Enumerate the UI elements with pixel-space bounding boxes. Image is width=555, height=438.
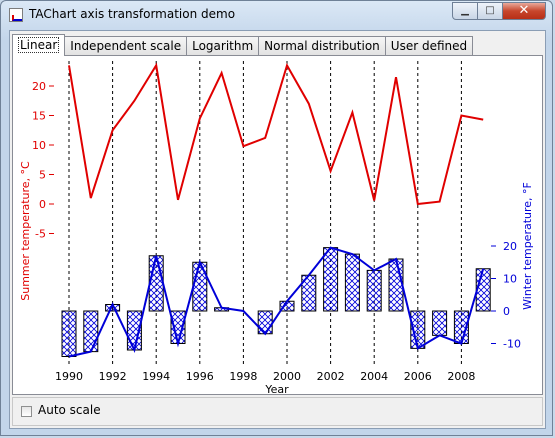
window-controls: ▁ □ ✕ [452, 2, 546, 20]
x-tick-label-1998: 1998 [229, 370, 257, 383]
left-tick-label-5: 5 [39, 169, 46, 182]
x-tick-label-1990: 1990 [55, 370, 83, 383]
x-tick-label-1992: 1992 [99, 370, 127, 383]
x-tick-label-2000: 2000 [273, 370, 301, 383]
right-tick-label-20: 20 [503, 240, 517, 253]
tab-independent-scale[interactable]: Independent scale [64, 36, 188, 55]
right-axis-title: Winter temperature, °F [521, 182, 534, 310]
auto-scale-label[interactable]: Auto scale [38, 403, 101, 417]
tab-linear-label: Linear [18, 37, 60, 53]
winter-bar-1991 [83, 310, 99, 353]
x-tick-label-1994: 1994 [142, 370, 170, 383]
close-button[interactable]: ✕ [502, 2, 546, 20]
tab-linear[interactable]: Linear [12, 34, 66, 56]
winter-bar-1990 [61, 310, 77, 357]
summer-series-line [68, 62, 484, 206]
tab-user-defined[interactable]: User defined [384, 36, 474, 55]
client-area: Linear Independent scale Logarithm Norma… [9, 30, 546, 429]
tab-logarithm[interactable]: Logarithm [186, 36, 260, 55]
winter-bar-1996 [192, 261, 208, 312]
maximize-button[interactable]: □ [477, 2, 503, 20]
auto-scale-checkbox[interactable] [21, 406, 32, 417]
right-tick-label-0: 0 [503, 305, 510, 318]
minimize-button[interactable]: ▁ [452, 2, 478, 20]
x-tick-label-2008: 2008 [447, 370, 475, 383]
x-axis-title: Year [264, 383, 289, 394]
chart: 20 15 10 5 0 -5 20 10 0 -10 1990 1992 1994 1996 1998 20… [19, 61, 534, 394]
left-tick-label--5: -5 [35, 228, 46, 241]
winter-bar-2002 [323, 247, 339, 312]
tab-normal-distribution[interactable]: Normal distribution [258, 36, 386, 55]
app-chart-icon [9, 8, 23, 22]
tab-page-linear: 20 15 10 5 0 -5 20 10 0 -10 1990 1992 1994 1996 1998 20… [12, 55, 543, 395]
winter-bar-2005 [388, 258, 404, 312]
app-window: TAChart axis transformation demo ▁ □ ✕ L… [0, 0, 553, 436]
winter-bar-2009 [475, 268, 491, 312]
right-tick-label--10: -10 [503, 338, 521, 351]
winter-bar-2004 [366, 269, 382, 312]
winter-bar-2007 [432, 310, 448, 336]
winter-bar-2003 [344, 253, 360, 312]
x-tick-label-2002: 2002 [317, 370, 345, 383]
left-axis-title: Summer temperature, °C [19, 161, 32, 301]
left-tick-label-0: 0 [39, 198, 46, 211]
window-title: TAChart axis transformation demo [29, 7, 236, 21]
left-tick-label-20: 20 [32, 80, 46, 93]
x-tick-label-2006: 2006 [404, 370, 432, 383]
x-tick-label-2004: 2004 [360, 370, 388, 383]
options-panel: Auto scale [12, 397, 543, 426]
right-tick-label-10: 10 [503, 273, 517, 286]
title-bar[interactable]: TAChart axis transformation demo ▁ □ ✕ [1, 1, 552, 29]
winter-bar-1994 [148, 255, 164, 312]
tab-strip: Linear Independent scale Logarithm Norma… [12, 34, 474, 56]
left-tick-label-10: 10 [32, 139, 46, 152]
left-tick-label-15: 15 [32, 110, 46, 123]
winter-bar-1999 [257, 310, 273, 335]
x-tick-label-1996: 1996 [186, 370, 214, 383]
